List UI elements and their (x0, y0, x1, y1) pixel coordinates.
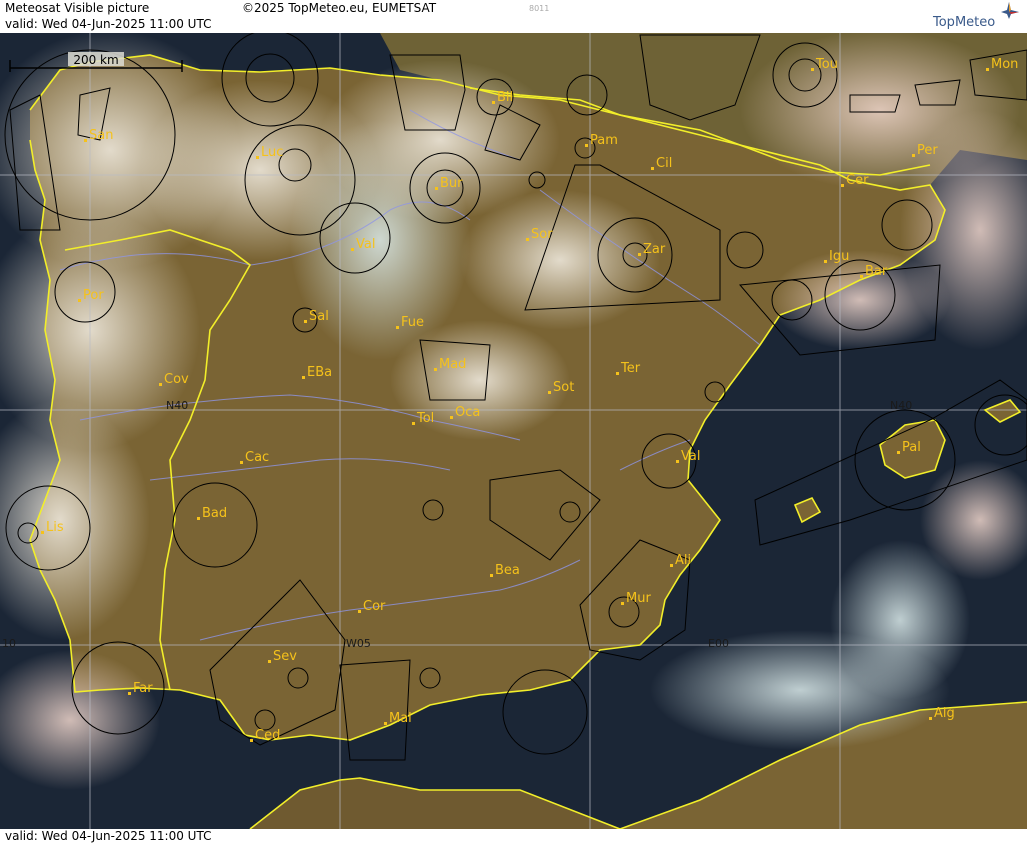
city-mur[interactable]: Mur (621, 591, 651, 606)
footer-bar: valid: Wed 04-Jun-2025 11:00 UTC (0, 829, 1027, 843)
svg-text:Val: Val (356, 237, 375, 252)
svg-text:Sor: Sor (531, 227, 553, 242)
svg-text:Mal: Mal (389, 711, 412, 726)
scale-label: 200 km (73, 53, 118, 67)
city-pam[interactable]: Pam (585, 133, 618, 148)
svg-text:Lis: Lis (46, 520, 64, 535)
svg-text:Sal: Sal (309, 309, 329, 324)
svg-text:Mad: Mad (439, 357, 466, 372)
svg-text:Mon: Mon (991, 57, 1018, 72)
city-mon[interactable]: Mon (986, 57, 1018, 72)
product-title: Meteosat Visible picture (5, 1, 150, 15)
svg-text:Cac: Cac (245, 450, 269, 465)
svg-text:Tou: Tou (815, 57, 838, 72)
svg-text:Far: Far (133, 681, 153, 696)
svg-text:Oca: Oca (455, 405, 480, 420)
grid-label-e00: E00 (708, 637, 729, 650)
compass-star-icon (1001, 2, 1019, 19)
svg-text:Alg: Alg (934, 706, 955, 721)
svg-text:Ali: Ali (675, 553, 691, 568)
city-cov[interactable]: Cov (159, 372, 189, 387)
copyright: ©2025 TopMeteo.eu, EUMETSAT (242, 1, 437, 15)
svg-text:Bea: Bea (495, 563, 520, 578)
svg-text:Cov: Cov (164, 372, 189, 387)
city-oca[interactable]: Oca (450, 405, 480, 420)
city-bur[interactable]: Bur (435, 176, 463, 191)
city-bar[interactable]: Bar (860, 264, 888, 279)
svg-text:Cor: Cor (363, 599, 386, 614)
city-tou[interactable]: Tou (811, 57, 838, 72)
city-sor[interactable]: Sor (526, 227, 553, 242)
svg-text:Ter: Ter (620, 361, 641, 376)
grid-label-n40-east: N40 (890, 399, 912, 412)
city-bea[interactable]: Bea (490, 563, 520, 578)
svg-text:San: San (89, 128, 113, 143)
city-ced[interactable]: Ced (250, 728, 280, 743)
svg-text:Por: Por (83, 288, 104, 303)
svg-text:Tol: Tol (416, 411, 434, 426)
city-mad[interactable]: Mad (434, 357, 466, 372)
svg-text:Luc: Luc (261, 145, 283, 160)
svg-text:Mur: Mur (626, 591, 651, 606)
grid-label-w05: W05 (346, 637, 371, 650)
city-san[interactable]: San (84, 128, 113, 143)
city-cac[interactable]: Cac (240, 450, 269, 465)
city-cor[interactable]: Cor (358, 599, 386, 614)
city-luc[interactable]: Luc (256, 145, 283, 160)
svg-text:Cer: Cer (846, 173, 869, 188)
svg-text:Bad: Bad (202, 506, 227, 521)
grid-label-w10: 10 (2, 637, 16, 650)
header-bar: Meteosat Visible picture valid: Wed 04-J… (0, 0, 1027, 33)
city-zar[interactable]: Zar (638, 242, 666, 257)
map-canvas: 200 km N40 N40 10 W05 E00 San Luc Bil Pa… (0, 33, 1027, 829)
satellite-map[interactable]: 200 km N40 N40 10 W05 E00 San Luc Bil Pa… (0, 33, 1027, 829)
svg-text:Bar: Bar (865, 264, 888, 279)
svg-text:Bil: Bil (497, 90, 513, 105)
city-fue[interactable]: Fue (396, 315, 424, 330)
svg-text:Sev: Sev (273, 649, 297, 664)
city-mal[interactable]: Mal (384, 711, 412, 726)
svg-text:Igu: Igu (829, 249, 849, 264)
valid-time: valid: Wed 04-Jun-2025 11:00 UTC (5, 17, 212, 31)
city-cer[interactable]: Cer (841, 173, 869, 188)
footer-valid-time: valid: Wed 04-Jun-2025 11:00 UTC (5, 829, 212, 843)
svg-text:EBa: EBa (307, 365, 332, 380)
svg-text:Bur: Bur (440, 176, 463, 191)
image-code: 8011 (529, 4, 550, 13)
svg-text:Sot: Sot (553, 380, 574, 395)
svg-text:Zar: Zar (643, 242, 666, 257)
city-eba[interactable]: EBa (302, 365, 332, 380)
svg-text:Cil: Cil (656, 156, 672, 171)
svg-text:Per: Per (917, 143, 938, 158)
svg-text:Ced: Ced (255, 728, 280, 743)
topmeteo-logo[interactable]: TopMeteo (931, 0, 1025, 32)
svg-text:Pam: Pam (590, 133, 618, 148)
grid-label-n40-west: N40 (166, 399, 188, 412)
svg-text:Val: Val (681, 449, 700, 464)
city-bad[interactable]: Bad (197, 506, 227, 521)
svg-text:Fue: Fue (401, 315, 424, 330)
city-sev[interactable]: Sev (268, 649, 297, 664)
svg-text:Pal: Pal (902, 440, 921, 455)
logo-text: TopMeteo (933, 15, 996, 30)
